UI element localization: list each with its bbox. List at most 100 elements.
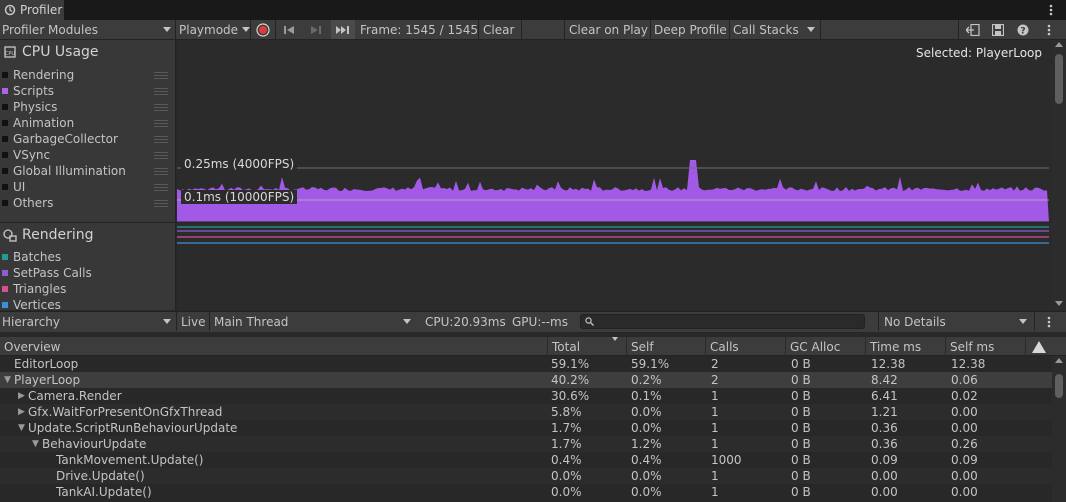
column-self[interactable]: Self xyxy=(626,337,705,356)
clear-on-play-toggle[interactable]: Clear on Play xyxy=(569,20,649,39)
row-total: 1.7% xyxy=(551,437,582,451)
drag-handle-icon[interactable] xyxy=(154,71,168,79)
current-frame-button[interactable] xyxy=(331,20,355,39)
row-calls: 1 xyxy=(711,389,719,403)
drag-handle-icon[interactable] xyxy=(154,183,168,191)
previous-frame-button[interactable] xyxy=(278,20,300,39)
chart-scroll-thumb[interactable] xyxy=(1055,54,1063,104)
load-data-button[interactable] xyxy=(962,20,984,39)
hierarchy-menu-button[interactable] xyxy=(1040,312,1058,331)
drag-handle-icon[interactable] xyxy=(154,167,168,175)
rendering-module-title[interactable]: Rendering xyxy=(2,227,94,243)
title-bar: Profiler xyxy=(0,0,1066,20)
profiler-chart-area[interactable]: Selected: PlayerLoop 0.25ms (4000FPS) 0.… xyxy=(177,40,1052,310)
warnings-column[interactable] xyxy=(1025,337,1052,356)
record-button[interactable] xyxy=(252,20,274,39)
table-row[interactable]: ▼ BehaviourUpdate 1.7% 1.2% 1 0 B 0.36 0.26 xyxy=(0,436,1052,452)
cpu-legend-garbagecollector[interactable]: GarbageCollector xyxy=(2,131,172,147)
thread-dropdown[interactable]: Main Thread xyxy=(214,312,414,331)
row-time: 0.00 xyxy=(871,485,898,499)
call-stacks-toggle[interactable]: Call Stacks xyxy=(733,20,801,39)
column-total[interactable]: Total xyxy=(547,337,626,356)
legend-swatch xyxy=(2,120,8,126)
drag-handle-icon[interactable] xyxy=(154,151,168,159)
collapse-arrow-icon[interactable]: ▶ xyxy=(18,388,25,404)
cpu-usage-chart[interactable] xyxy=(177,40,1052,310)
legend-label: Triangles xyxy=(13,282,67,296)
row-time: 0.09 xyxy=(871,453,898,467)
deep-profile-toggle[interactable]: Deep Profile xyxy=(654,20,728,39)
cpu-legend-ui[interactable]: UI xyxy=(2,179,172,195)
cpu-legend-global-illumination[interactable]: Global Illumination xyxy=(2,163,172,179)
chart-scrollbar[interactable] xyxy=(1052,40,1066,310)
table-row[interactable]: TankAI.Update() 0.0% 0.0% 1 0 B 0.00 0.00 xyxy=(0,484,1052,500)
rendering-legend-setpass-calls[interactable]: SetPass Calls xyxy=(2,265,172,281)
row-name: TankAI.Update() xyxy=(56,485,152,499)
gpu-time-label: GPU:--ms xyxy=(512,314,568,329)
table-row[interactable]: TankMovement.Update() 0.4% 0.4% 1000 0 B 0.09… xyxy=(0,452,1052,468)
table-row[interactable]: ▶ Camera.Render 30.6% 0.1% 1 0 B 6.41 0.02 xyxy=(0,388,1052,404)
row-self: 0.0% xyxy=(631,421,662,435)
expand-arrow-icon[interactable]: ▼ xyxy=(32,436,39,452)
rendering-legend-triangles[interactable]: Triangles xyxy=(2,281,172,297)
cpu-legend-rendering[interactable]: Rendering xyxy=(2,67,172,83)
row-name: Update.ScriptRunBehaviourUpdate xyxy=(28,421,238,435)
live-toggle[interactable]: Live xyxy=(181,312,209,331)
table-row[interactable]: ▶ Gfx.WaitForPresentOnGfxThread 5.8% 0.0% 1 0… xyxy=(0,404,1052,420)
table-row[interactable]: Drive.Update() 0.0% 0.0% 1 0 B 0.00 0.00 xyxy=(0,468,1052,484)
drag-handle-icon[interactable] xyxy=(154,199,168,207)
cpu-legend-animation[interactable]: Animation xyxy=(2,115,172,131)
legend-label: Global Illumination xyxy=(13,164,126,178)
clear-button[interactable]: Clear xyxy=(483,20,519,39)
help-icon: ? xyxy=(1017,24,1029,36)
toolbar-menu-button[interactable] xyxy=(1040,20,1058,39)
cpu-time-label: CPU:20.93ms xyxy=(425,314,506,329)
details-dropdown[interactable]: No Details xyxy=(884,312,1030,331)
legend-swatch xyxy=(2,136,8,142)
playmode-dropdown[interactable]: Playmode xyxy=(179,20,251,39)
cpu-legend-scripts[interactable]: Scripts xyxy=(2,83,172,99)
table-row[interactable]: EditorLoop 59.1% 59.1% 2 0 B 12.38 12.38 xyxy=(0,356,1052,372)
drag-handle-icon[interactable] xyxy=(154,103,168,111)
marker-label-low: 0.1ms (10000FPS) xyxy=(181,190,298,204)
next-frame-button[interactable] xyxy=(305,20,327,39)
column-overview[interactable]: Overview xyxy=(0,337,547,356)
cpu-legend-others[interactable]: Others xyxy=(2,195,172,211)
table-row[interactable]: ▼ PlayerLoop 40.2% 0.2% 2 0 B 8.42 0.06 xyxy=(0,372,1052,388)
profiler-modules-dropdown[interactable]: Profiler Modules xyxy=(2,20,174,39)
drag-handle-icon[interactable] xyxy=(154,87,168,95)
call-stacks-dropdown[interactable] xyxy=(803,20,819,39)
column-time-ms[interactable]: Time ms xyxy=(865,337,945,356)
row-total: 0.4% xyxy=(551,453,582,467)
row-total: 30.6% xyxy=(551,389,590,403)
hierarchy-toolbar: Hierarchy Live Main Thread CPU:20.93ms G… xyxy=(0,311,1066,332)
scroll-up-icon[interactable] xyxy=(1055,42,1063,47)
expand-arrow-icon[interactable]: ▼ xyxy=(4,372,11,388)
column-gc-alloc[interactable]: GC Alloc xyxy=(785,337,865,356)
drag-handle-icon[interactable] xyxy=(154,119,168,127)
save-data-button[interactable] xyxy=(988,20,1008,39)
cpu-usage-module-title[interactable]: CPU CPU Usage xyxy=(2,44,99,60)
search-input[interactable] xyxy=(580,314,865,329)
scroll-up-icon[interactable] xyxy=(1055,358,1063,363)
table-row[interactable]: ▼ Update.ScriptRunBehaviourUpdate 1.7% 0.0%… xyxy=(0,420,1052,436)
column-calls[interactable]: Calls xyxy=(705,337,785,356)
expand-arrow-icon[interactable]: ▼ xyxy=(18,420,25,436)
rendering-title-label: Rendering xyxy=(22,227,94,243)
cpu-legend-vsync[interactable]: VSync xyxy=(2,147,172,163)
legend-swatch xyxy=(2,286,8,292)
profiler-tab[interactable]: Profiler xyxy=(0,0,64,20)
cpu-legend-physics[interactable]: Physics xyxy=(2,99,172,115)
dropdown-arrow-icon xyxy=(1019,319,1027,324)
help-button[interactable]: ? xyxy=(1014,20,1032,39)
view-type-dropdown[interactable]: Hierarchy xyxy=(2,312,174,331)
rendering-legend-batches[interactable]: Batches xyxy=(2,249,172,265)
tree-scrollbar[interactable] xyxy=(1052,356,1066,502)
drag-handle-icon[interactable] xyxy=(154,135,168,143)
legend-label: VSync xyxy=(13,148,51,162)
scroll-down-icon[interactable] xyxy=(1055,301,1063,306)
tree-scroll-thumb[interactable] xyxy=(1055,374,1063,398)
column-self-ms[interactable]: Self ms xyxy=(945,337,1025,356)
collapse-arrow-icon[interactable]: ▶ xyxy=(18,404,25,420)
kebab-menu-icon[interactable] xyxy=(1044,1,1058,19)
